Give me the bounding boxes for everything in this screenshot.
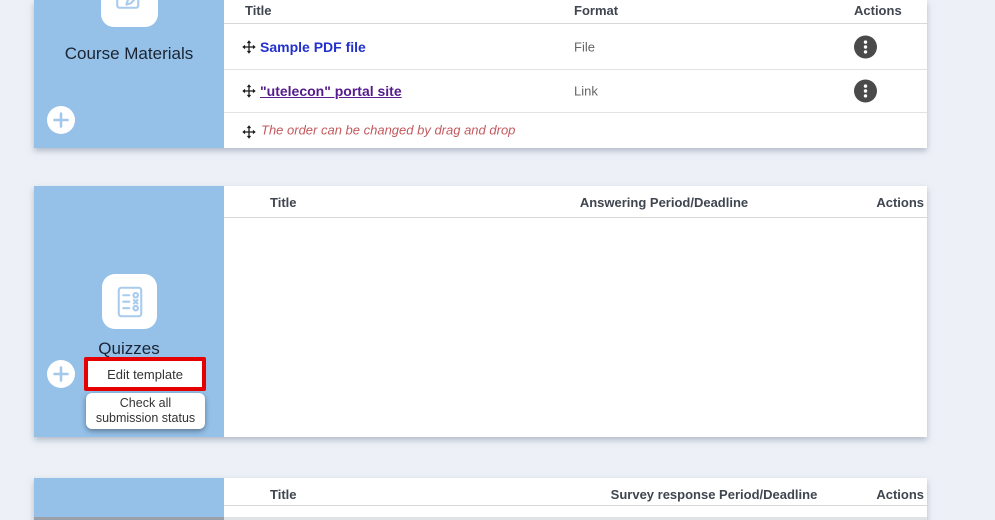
- column-header-actions: Actions: [876, 487, 924, 502]
- quizzes-sidebar: Quizzes Edit template Check all submissi…: [34, 186, 224, 437]
- edit-template-button[interactable]: Edit template: [84, 357, 206, 391]
- surveys-table-header: Title Survey response Period/Deadline Ac…: [224, 478, 927, 506]
- move-icon: [242, 125, 256, 139]
- table-row: The order can be changed by drag and dro…: [224, 113, 927, 150]
- table-row: "utelecon" portal site Link: [224, 70, 927, 113]
- column-header-actions: Actions: [854, 3, 902, 18]
- section-title: Course Materials: [34, 44, 224, 64]
- column-header-title: Title: [270, 195, 297, 210]
- column-header-period: Survey response Period/Deadline: [524, 487, 904, 502]
- materials-table: Title Format Actions Sample PDF file Fil…: [224, 0, 927, 148]
- material-link-portal[interactable]: "utelecon" portal site: [260, 83, 402, 99]
- surveys-sidebar: [34, 478, 224, 520]
- quizzes-table: Title Answering Period/Deadline Actions: [224, 186, 927, 437]
- actions-menu-button[interactable]: [854, 80, 877, 103]
- surveys-section: Title Survey response Period/Deadline Ac…: [34, 478, 927, 520]
- table-row: Sample PDF file File: [224, 24, 927, 70]
- drag-handle[interactable]: [242, 84, 256, 98]
- column-header-format: Format: [574, 3, 618, 18]
- quizzes-table-header: Title Answering Period/Deadline Actions: [224, 186, 927, 218]
- column-header-actions: Actions: [876, 195, 924, 210]
- drag-handle[interactable]: [242, 40, 256, 54]
- actions-menu-button[interactable]: [854, 35, 877, 58]
- move-icon: [242, 40, 256, 54]
- column-header-title: Title: [245, 3, 272, 18]
- column-header-period: Answering Period/Deadline: [484, 195, 844, 210]
- material-link-pdf[interactable]: Sample PDF file: [260, 39, 366, 55]
- course-materials-sidebar: Course Materials: [34, 0, 224, 148]
- add-quiz-button[interactable]: [47, 360, 75, 388]
- course-materials-icon: [101, 0, 158, 27]
- check-all-submission-button[interactable]: Check all submission status: [86, 393, 205, 429]
- reorder-note: The order can be changed by drag and dro…: [261, 123, 515, 138]
- course-page: Course Materials Title Format Actions Sa…: [0, 0, 995, 520]
- quizzes-section: Quizzes Edit template Check all submissi…: [34, 186, 927, 437]
- plus-icon: [53, 366, 69, 382]
- section-title: Quizzes: [34, 339, 224, 359]
- kebab-icon: [854, 35, 877, 58]
- materials-table-header: Title Format Actions: [224, 0, 927, 24]
- drag-handle[interactable]: [242, 125, 256, 139]
- checklist-icon: [112, 284, 148, 320]
- quizzes-icon: [102, 274, 157, 329]
- plus-icon: [53, 112, 69, 128]
- surveys-table: Title Survey response Period/Deadline Ac…: [224, 478, 927, 520]
- format-cell: File: [574, 39, 595, 54]
- pencil-square-icon: [112, 0, 148, 16]
- move-icon: [242, 84, 256, 98]
- course-materials-section: Course Materials Title Format Actions Sa…: [34, 0, 927, 148]
- format-cell: Link: [574, 84, 598, 99]
- add-material-button[interactable]: [47, 106, 75, 134]
- kebab-icon: [854, 80, 877, 103]
- column-header-title: Title: [270, 487, 297, 502]
